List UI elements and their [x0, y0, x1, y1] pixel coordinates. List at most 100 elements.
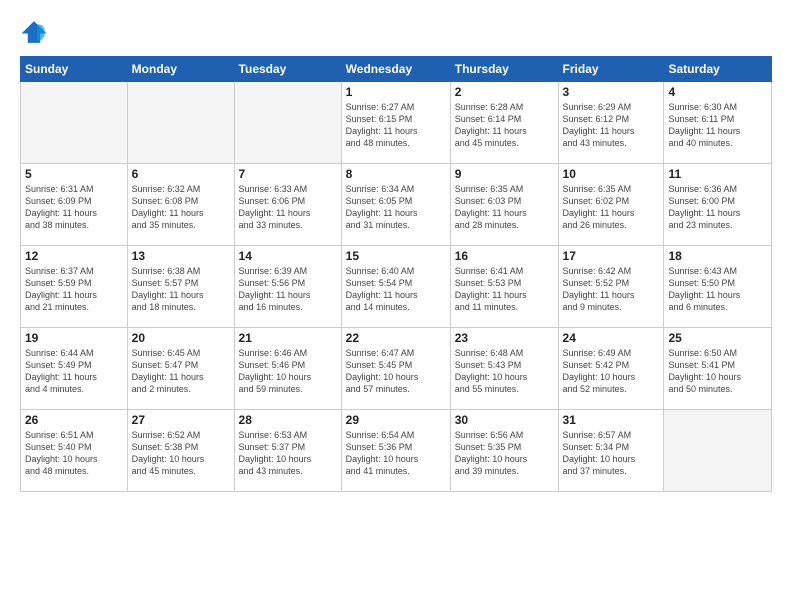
- day-number: 13: [132, 249, 230, 263]
- day-info: Sunrise: 6:29 AM Sunset: 6:12 PM Dayligh…: [563, 101, 660, 150]
- calendar-cell: 12Sunrise: 6:37 AM Sunset: 5:59 PM Dayli…: [21, 246, 128, 328]
- calendar-cell: [127, 82, 234, 164]
- day-number: 26: [25, 413, 123, 427]
- day-number: 20: [132, 331, 230, 345]
- calendar-cell: 1 Sunrise: 6:27 AM Sunset: 6:15 PM Daylig…: [341, 82, 450, 164]
- day-number: 8: [346, 167, 446, 181]
- day-number: 31: [563, 413, 660, 427]
- calendar-cell: 16 Sunrise: 6:41 AM Sunset: 5:53 PM Dayli…: [450, 246, 558, 328]
- calendar-cell: 30 Sunrise: 6:56 AM Sunset: 5:35 PM Dayli…: [450, 410, 558, 492]
- day-info: Sunrise: 6:36 AM Sunset: 6:00 PM Dayligh…: [668, 183, 767, 232]
- logo: [20, 18, 50, 46]
- day-number: 17: [563, 249, 660, 263]
- day-number: 30: [455, 413, 554, 427]
- day-number: 1: [346, 85, 446, 99]
- weekday-header: Saturday: [664, 57, 772, 82]
- weekday-header-row: SundayMondayTuesdayWednesdayThursdayFrid…: [21, 57, 772, 82]
- day-info: Sunrise: 6:46 AM Sunset: 5:46 PM Dayligh…: [239, 347, 337, 396]
- calendar-cell: 9 Sunrise: 6:35 AM Sunset: 6:03 PM Daylig…: [450, 164, 558, 246]
- day-number: 9: [455, 167, 554, 181]
- calendar-cell: 2 Sunrise: 6:28 AM Sunset: 6:14 PM Daylig…: [450, 82, 558, 164]
- weekday-header: Sunday: [21, 57, 128, 82]
- day-info: Sunrise: 6:48 AM Sunset: 5:43 PM Dayligh…: [455, 347, 554, 396]
- day-info: Sunrise: 6:52 AM Sunset: 5:38 PM Dayligh…: [132, 429, 230, 478]
- day-info: Sunrise: 6:54 AM Sunset: 5:36 PM Dayligh…: [346, 429, 446, 478]
- day-number: 7: [239, 167, 337, 181]
- day-info: Sunrise: 6:56 AM Sunset: 5:35 PM Dayligh…: [455, 429, 554, 478]
- day-info: Sunrise: 6:41 AM Sunset: 5:53 PM Dayligh…: [455, 265, 554, 314]
- calendar-cell: 3 Sunrise: 6:29 AM Sunset: 6:12 PM Daylig…: [558, 82, 664, 164]
- day-info: Sunrise: 6:43 AM Sunset: 5:50 PM Dayligh…: [668, 265, 767, 314]
- day-info: Sunrise: 6:49 AM Sunset: 5:42 PM Dayligh…: [563, 347, 660, 396]
- day-number: 24: [563, 331, 660, 345]
- calendar-cell: 4 Sunrise: 6:30 AM Sunset: 6:11 PM Daylig…: [664, 82, 772, 164]
- weekday-header: Friday: [558, 57, 664, 82]
- day-number: 29: [346, 413, 446, 427]
- calendar-cell: 7Sunrise: 6:33 AM Sunset: 6:06 PM Daylig…: [234, 164, 341, 246]
- calendar-cell: 11 Sunrise: 6:36 AM Sunset: 6:00 PM Dayli…: [664, 164, 772, 246]
- day-info: Sunrise: 6:42 AM Sunset: 5:52 PM Dayligh…: [563, 265, 660, 314]
- calendar-cell: 19 Sunrise: 6:44 AM Sunset: 5:49 PM Dayli…: [21, 328, 128, 410]
- day-number: 15: [346, 249, 446, 263]
- day-number: 27: [132, 413, 230, 427]
- day-number: 2: [455, 85, 554, 99]
- day-info: Sunrise: 6:35 AM Sunset: 6:02 PM Dayligh…: [563, 183, 660, 232]
- calendar-cell: 29 Sunrise: 6:54 AM Sunset: 5:36 PM Dayli…: [341, 410, 450, 492]
- weekday-header: Tuesday: [234, 57, 341, 82]
- day-info: Sunrise: 6:35 AM Sunset: 6:03 PM Dayligh…: [455, 183, 554, 232]
- day-info: Sunrise: 6:38 AM Sunset: 5:57 PM Dayligh…: [132, 265, 230, 314]
- calendar-week-row: 26Sunrise: 6:51 AM Sunset: 5:40 PM Dayli…: [21, 410, 772, 492]
- day-info: Sunrise: 6:34 AM Sunset: 6:05 PM Dayligh…: [346, 183, 446, 232]
- calendar-week-row: 5 Sunrise: 6:31 AM Sunset: 6:09 PM Daylig…: [21, 164, 772, 246]
- calendar-cell: [664, 410, 772, 492]
- calendar-cell: [21, 82, 128, 164]
- day-info: Sunrise: 6:53 AM Sunset: 5:37 PM Dayligh…: [239, 429, 337, 478]
- page: SundayMondayTuesdayWednesdayThursdayFrid…: [0, 0, 792, 612]
- day-info: Sunrise: 6:45 AM Sunset: 5:47 PM Dayligh…: [132, 347, 230, 396]
- day-number: 4: [668, 85, 767, 99]
- calendar-cell: [234, 82, 341, 164]
- calendar-cell: 25Sunrise: 6:50 AM Sunset: 5:41 PM Dayli…: [664, 328, 772, 410]
- day-number: 16: [455, 249, 554, 263]
- day-number: 19: [25, 331, 123, 345]
- day-number: 23: [455, 331, 554, 345]
- day-info: Sunrise: 6:50 AM Sunset: 5:41 PM Dayligh…: [668, 347, 767, 396]
- day-info: Sunrise: 6:57 AM Sunset: 5:34 PM Dayligh…: [563, 429, 660, 478]
- day-number: 28: [239, 413, 337, 427]
- calendar-cell: 10Sunrise: 6:35 AM Sunset: 6:02 PM Dayli…: [558, 164, 664, 246]
- calendar-cell: 21Sunrise: 6:46 AM Sunset: 5:46 PM Dayli…: [234, 328, 341, 410]
- header: [20, 18, 772, 46]
- day-info: Sunrise: 6:27 AM Sunset: 6:15 PM Dayligh…: [346, 101, 446, 150]
- day-number: 12: [25, 249, 123, 263]
- day-number: 18: [668, 249, 767, 263]
- calendar-cell: 23 Sunrise: 6:48 AM Sunset: 5:43 PM Dayli…: [450, 328, 558, 410]
- day-number: 11: [668, 167, 767, 181]
- day-number: 3: [563, 85, 660, 99]
- weekday-header: Wednesday: [341, 57, 450, 82]
- calendar-cell: 31 Sunrise: 6:57 AM Sunset: 5:34 PM Dayli…: [558, 410, 664, 492]
- day-info: Sunrise: 6:31 AM Sunset: 6:09 PM Dayligh…: [25, 183, 123, 232]
- calendar-cell: 6Sunrise: 6:32 AM Sunset: 6:08 PM Daylig…: [127, 164, 234, 246]
- calendar-cell: 20 Sunrise: 6:45 AM Sunset: 5:47 PM Dayli…: [127, 328, 234, 410]
- day-info: Sunrise: 6:47 AM Sunset: 5:45 PM Dayligh…: [346, 347, 446, 396]
- calendar-week-row: 1 Sunrise: 6:27 AM Sunset: 6:15 PM Daylig…: [21, 82, 772, 164]
- day-info: Sunrise: 6:30 AM Sunset: 6:11 PM Dayligh…: [668, 101, 767, 150]
- weekday-header: Monday: [127, 57, 234, 82]
- calendar-table: SundayMondayTuesdayWednesdayThursdayFrid…: [20, 56, 772, 492]
- day-number: 6: [132, 167, 230, 181]
- calendar-cell: 5 Sunrise: 6:31 AM Sunset: 6:09 PM Daylig…: [21, 164, 128, 246]
- day-info: Sunrise: 6:39 AM Sunset: 5:56 PM Dayligh…: [239, 265, 337, 314]
- weekday-header: Thursday: [450, 57, 558, 82]
- day-number: 22: [346, 331, 446, 345]
- day-info: Sunrise: 6:28 AM Sunset: 6:14 PM Dayligh…: [455, 101, 554, 150]
- calendar-cell: 24 Sunrise: 6:49 AM Sunset: 5:42 PM Dayli…: [558, 328, 664, 410]
- calendar-cell: 14 Sunrise: 6:39 AM Sunset: 5:56 PM Dayli…: [234, 246, 341, 328]
- day-info: Sunrise: 6:40 AM Sunset: 5:54 PM Dayligh…: [346, 265, 446, 314]
- calendar-cell: 18 Sunrise: 6:43 AM Sunset: 5:50 PM Dayli…: [664, 246, 772, 328]
- day-info: Sunrise: 6:44 AM Sunset: 5:49 PM Dayligh…: [25, 347, 123, 396]
- day-number: 14: [239, 249, 337, 263]
- calendar-week-row: 19 Sunrise: 6:44 AM Sunset: 5:49 PM Dayli…: [21, 328, 772, 410]
- logo-icon: [20, 18, 48, 46]
- calendar-cell: 15 Sunrise: 6:40 AM Sunset: 5:54 PM Dayli…: [341, 246, 450, 328]
- day-number: 5: [25, 167, 123, 181]
